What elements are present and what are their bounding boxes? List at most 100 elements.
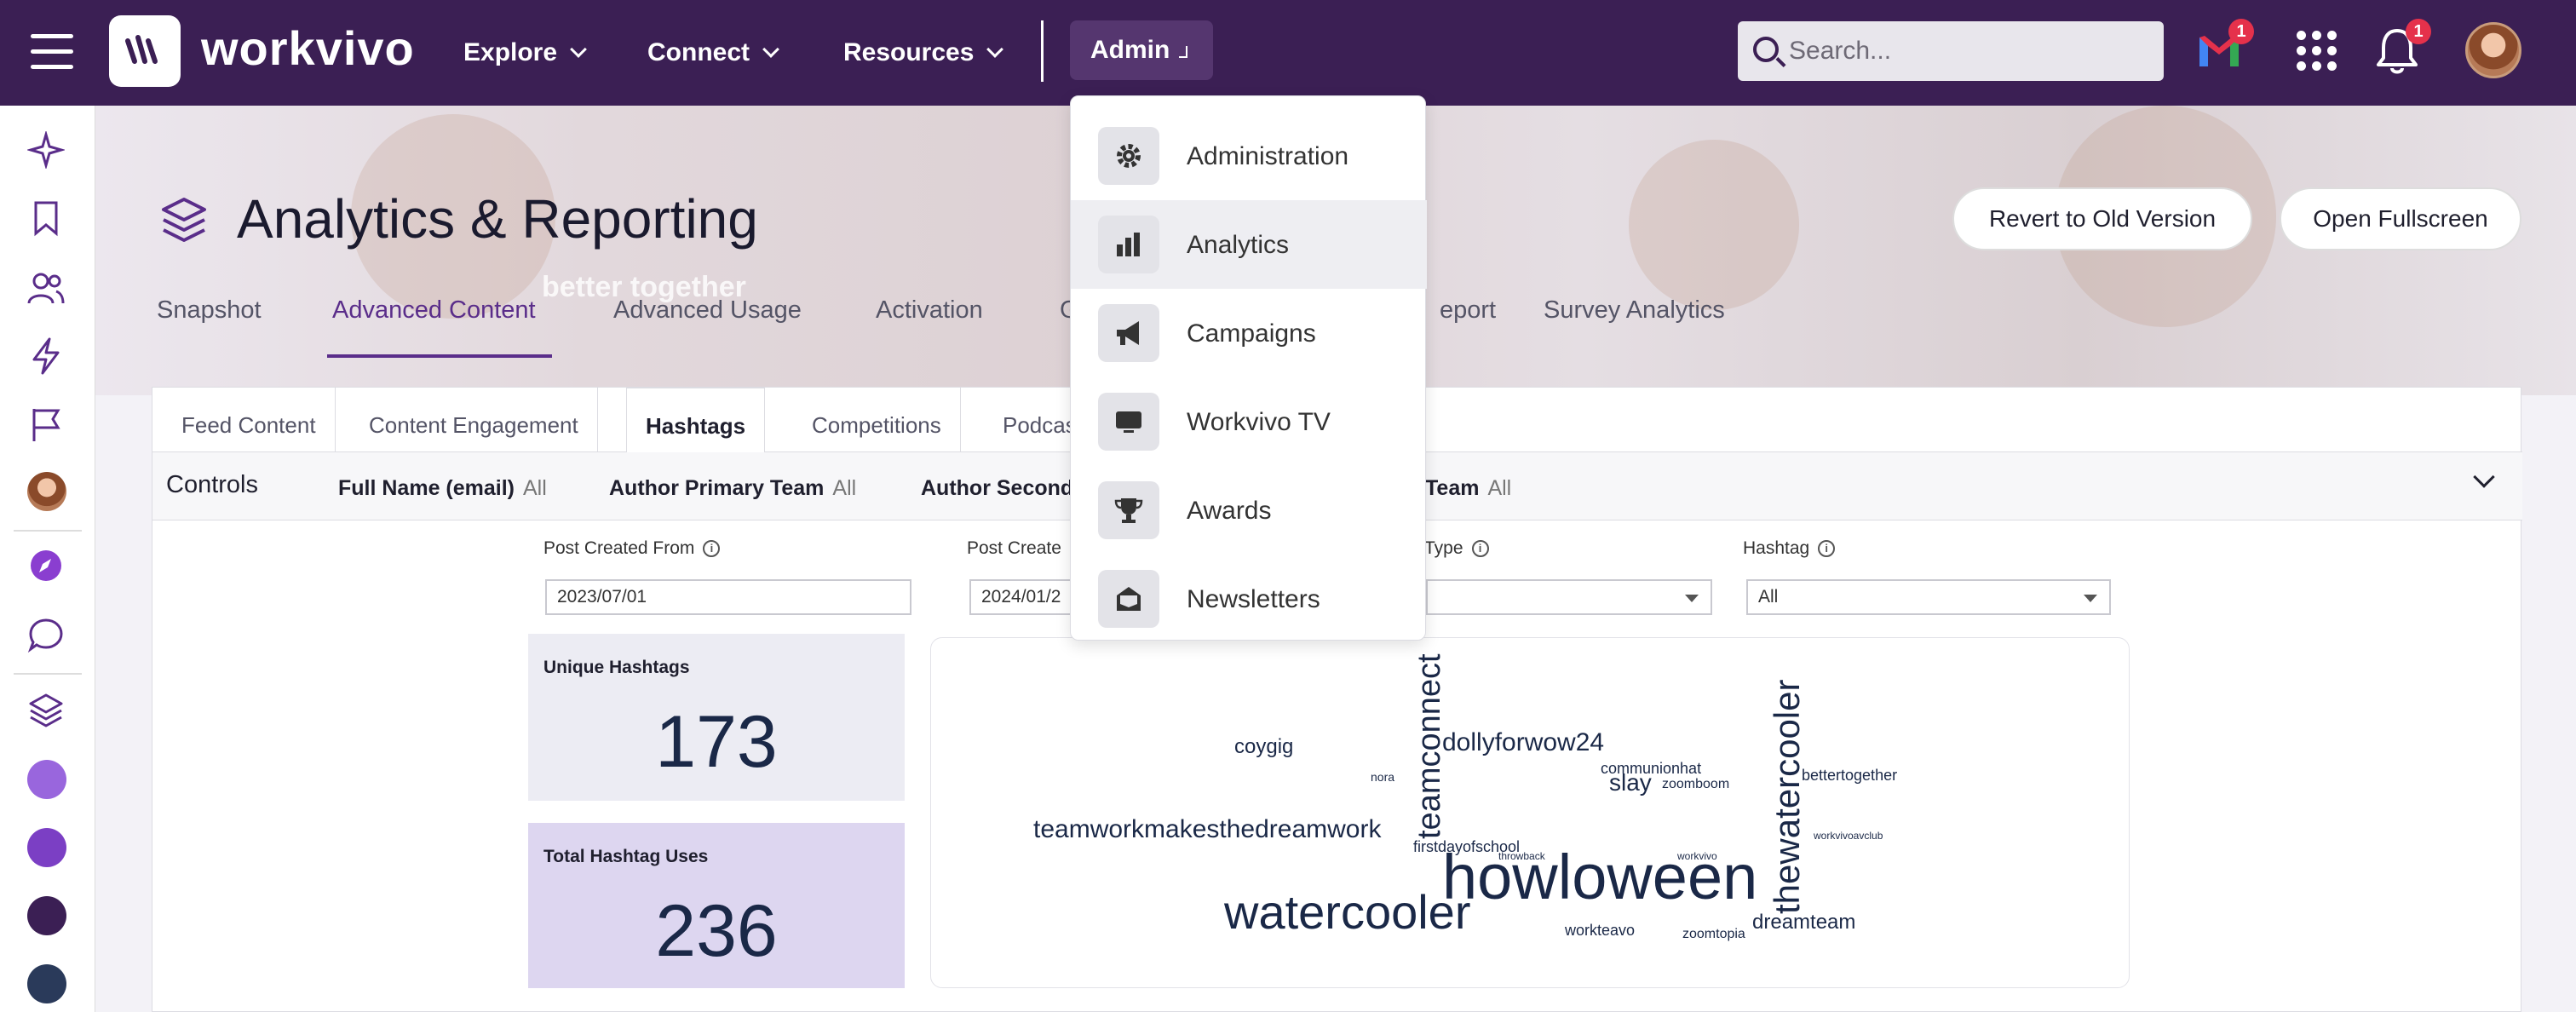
people-icon[interactable] — [27, 269, 65, 307]
menu-item-newsletters[interactable]: Newsletters — [1071, 555, 1427, 643]
type-select[interactable] — [1426, 579, 1712, 615]
cloud-word[interactable]: communionhat — [1601, 761, 1701, 776]
post-created-from-label: Post Created From i — [543, 538, 721, 559]
hashtag-label: Hashtag i — [1743, 538, 1836, 559]
rail-divider — [14, 673, 82, 675]
space-avatar-4[interactable] — [27, 964, 66, 1003]
filter-value: All — [1487, 476, 1512, 500]
cloud-word[interactable]: workteavo — [1565, 923, 1635, 938]
filter-author-secondary[interactable]: Author Second — [921, 476, 1082, 501]
menu-item-workvivo-tv[interactable]: Workvivo TV — [1071, 377, 1427, 466]
layers-icon[interactable] — [27, 692, 65, 729]
filter-full-name[interactable]: Full Name (email) All — [338, 476, 547, 501]
nav-resources-label: Resources — [843, 38, 975, 66]
caret-down-icon — [2084, 595, 2097, 602]
admin-menu-button[interactable]: Admin — [1070, 20, 1213, 80]
menu-item-administration[interactable]: Administration — [1071, 112, 1427, 200]
tab-activation[interactable]: Activation — [876, 296, 983, 325]
cloud-word[interactable]: coygig — [1234, 737, 1293, 757]
notification-badge: 1 — [2406, 19, 2431, 44]
cloud-word[interactable]: nora — [1371, 771, 1394, 783]
space-avatar-3[interactable] — [27, 896, 66, 935]
revert-old-version-button[interactable]: Revert to Old Version — [1952, 187, 2252, 250]
kpi-value: 173 — [655, 701, 778, 783]
active-tab-underline — [327, 354, 552, 358]
menu-item-label: Newsletters — [1187, 585, 1320, 613]
search-icon — [1753, 37, 1779, 62]
filter-name: Author Primary Team — [609, 476, 825, 500]
sparkle-icon[interactable] — [27, 131, 65, 169]
profile-avatar[interactable] — [27, 472, 66, 511]
filter-author-primary-team[interactable]: Author Primary Team All — [609, 476, 856, 501]
tab-snapshot[interactable]: Snapshot — [157, 296, 262, 325]
lightning-icon[interactable] — [27, 337, 65, 375]
field-label-text: Type — [1424, 538, 1463, 558]
logo-text[interactable]: workvivo — [201, 20, 415, 76]
menu-item-campaigns[interactable]: Campaigns — [1071, 289, 1427, 377]
nav-explore-label: Explore — [463, 38, 558, 66]
open-fullscreen-button[interactable]: Open Fullscreen — [2280, 187, 2521, 250]
tv-icon — [1098, 393, 1159, 451]
user-avatar[interactable] — [2465, 22, 2521, 78]
nav-explore[interactable]: Explore — [463, 34, 587, 72]
rail-divider — [14, 530, 82, 532]
subtab-feed-content[interactable]: Feed Content — [163, 388, 336, 452]
type-label: Type i — [1424, 538, 1489, 559]
subtab-competitions[interactable]: Competitions — [793, 388, 961, 452]
total-hashtag-uses-kpi: Total Hashtag Uses 236 — [528, 823, 905, 988]
bar-chart-icon — [1098, 216, 1159, 273]
space-avatar-1[interactable] — [27, 760, 66, 799]
info-icon[interactable]: i — [1818, 540, 1836, 558]
chevron-down-icon — [762, 41, 779, 58]
post-created-to-input[interactable]: 2024/01/2 — [969, 579, 1072, 615]
space-avatar-2[interactable] — [27, 828, 66, 867]
chevron-down-icon[interactable] — [2473, 466, 2495, 488]
hamburger-menu-icon[interactable] — [31, 34, 73, 70]
cloud-word[interactable]: workvivoavclub — [1814, 831, 1883, 841]
chat-icon[interactable] — [27, 617, 65, 654]
cloud-word[interactable]: dreamteam — [1752, 912, 1855, 933]
cloud-word[interactable]: teamworkmakesthedreamwork — [1033, 817, 1381, 842]
subtab-hashtags[interactable]: Hashtags — [626, 388, 766, 453]
cloud-word[interactable]: dollyforwow24 — [1442, 730, 1604, 756]
cloud-word[interactable]: watercooler — [1224, 888, 1470, 936]
cloud-word[interactable]: zoomtopia — [1682, 928, 1745, 941]
nav-connect[interactable]: Connect — [647, 34, 779, 72]
tab-survey-analytics[interactable]: Survey Analytics — [1544, 296, 1725, 325]
tab-advanced-usage[interactable]: Advanced Usage — [613, 296, 802, 325]
menu-item-label: Campaigns — [1187, 319, 1316, 348]
tab-report[interactable]: eport — [1440, 296, 1496, 325]
info-icon[interactable]: i — [703, 540, 721, 558]
apps-grid-icon[interactable] — [2297, 31, 2337, 72]
flag-icon[interactable] — [27, 405, 65, 443]
filter-value: All — [523, 476, 547, 500]
mail-badge: 1 — [2228, 19, 2254, 44]
bookmark-icon[interactable] — [27, 199, 65, 237]
controls-label: Controls — [166, 471, 258, 498]
menu-item-awards[interactable]: Awards — [1071, 466, 1427, 555]
workvivo-logo-icon[interactable] — [109, 15, 181, 87]
cloud-word[interactable]: bettertogether — [1802, 768, 1897, 783]
nav-divider — [1041, 20, 1044, 82]
nav-resources[interactable]: Resources — [843, 34, 1004, 72]
filter-name: Full Name (email) — [338, 476, 515, 500]
search-input[interactable]: Search... — [1738, 21, 2164, 81]
compass-icon[interactable] — [27, 547, 65, 584]
cloud-word-vertical[interactable]: thewatercooler — [1767, 680, 1807, 914]
post-created-from-input[interactable]: 2023/07/01 — [545, 579, 911, 615]
cloud-word-vertical[interactable]: teamconnect — [1412, 653, 1447, 839]
kpi-value: 236 — [655, 890, 778, 972]
cloud-word[interactable]: workvivo — [1677, 851, 1717, 861]
kpi-title: Unique Hashtags — [543, 658, 690, 677]
cloud-word[interactable]: zoomboom — [1662, 778, 1729, 791]
filter-team[interactable]: Team All — [1425, 476, 1511, 501]
subtab-content-engagement[interactable]: Content Engagement — [350, 388, 598, 452]
tab-advanced-content[interactable]: Advanced Content — [332, 296, 536, 325]
hashtag-select-value: All — [1758, 587, 1779, 607]
info-icon[interactable]: i — [1471, 540, 1489, 558]
menu-item-analytics[interactable]: Analytics — [1071, 200, 1427, 289]
hashtag-word-cloud: howloween watercooler teamworkmakesthedr… — [930, 637, 2130, 988]
left-rail — [0, 106, 95, 1012]
cloud-word[interactable]: throwback — [1498, 851, 1545, 861]
hashtag-select[interactable]: All — [1746, 579, 2111, 615]
